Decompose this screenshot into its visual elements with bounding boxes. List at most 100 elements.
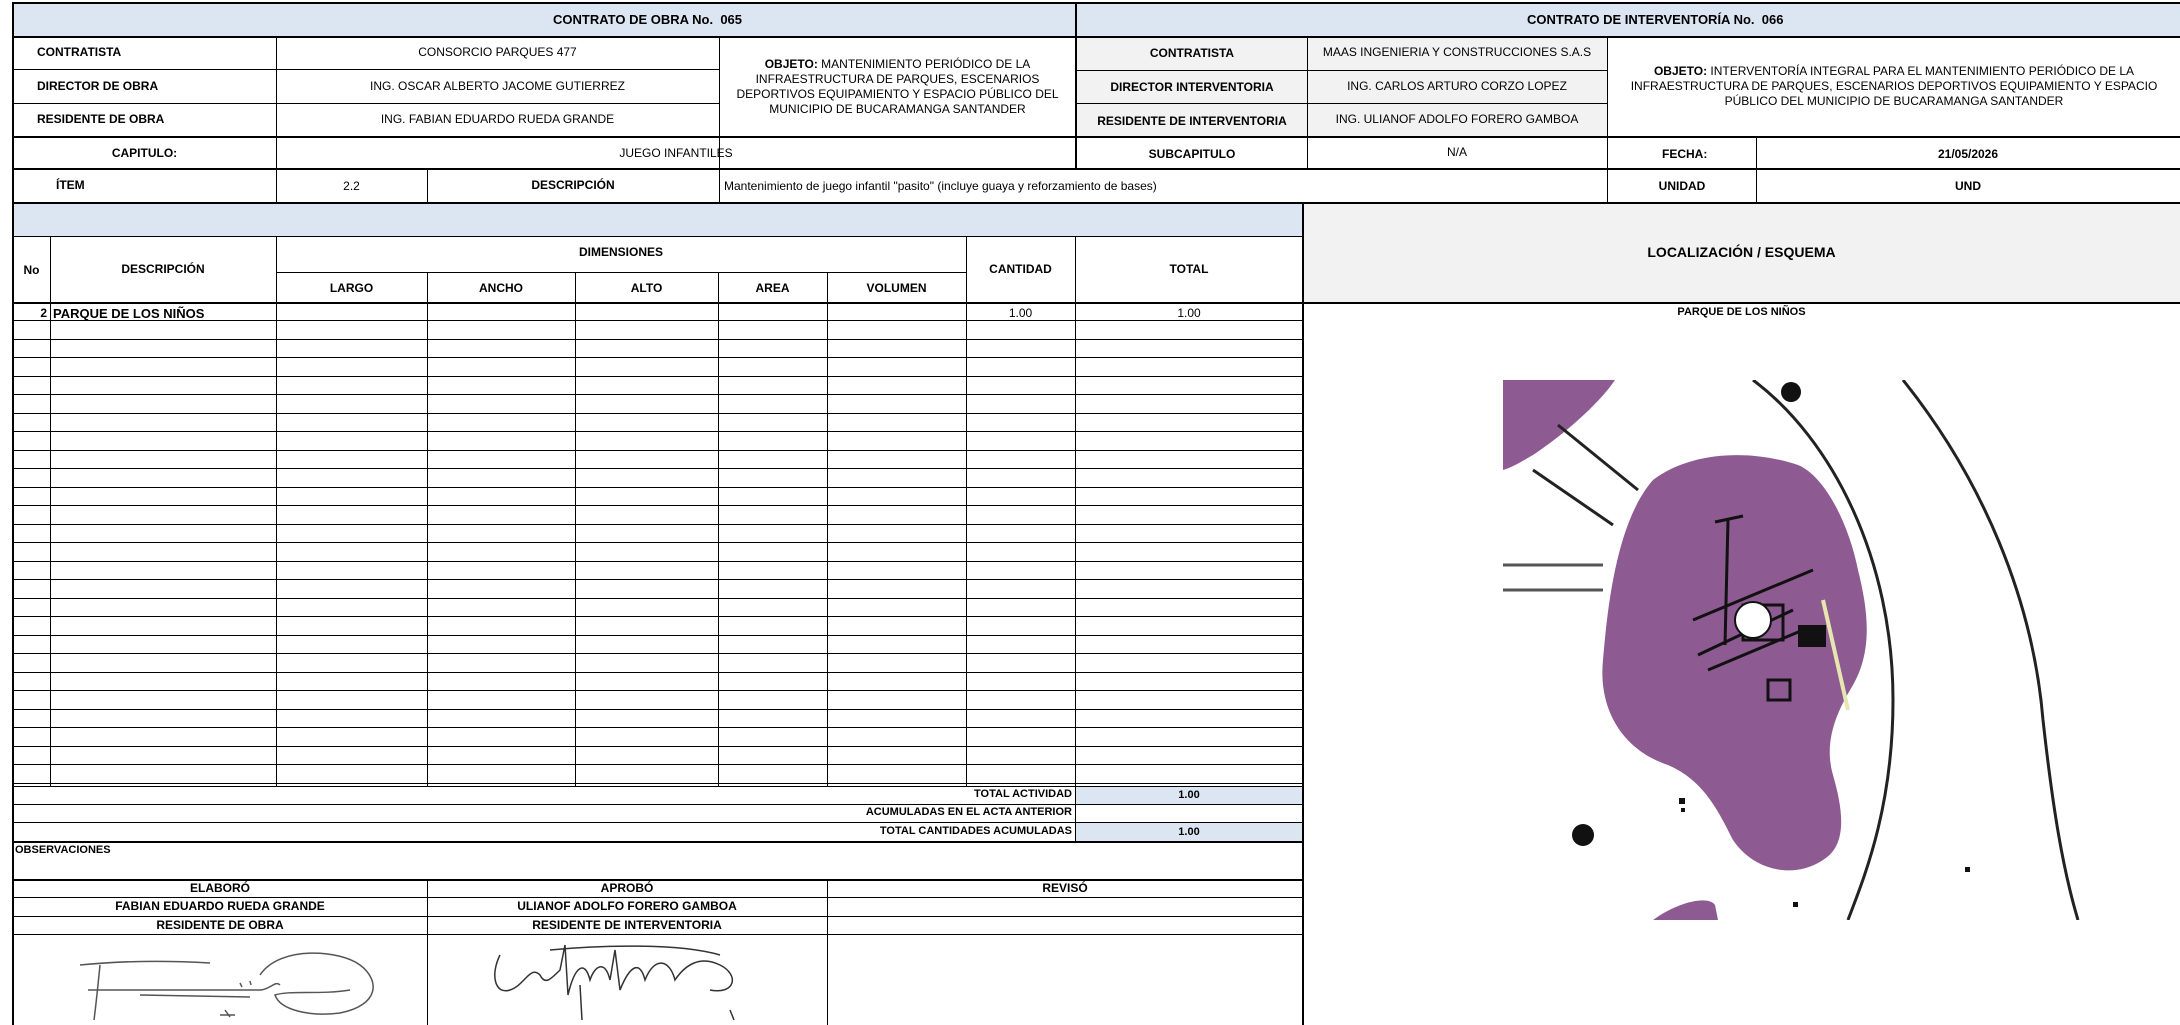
localizacion-caption: PARQUE DE LOS NIÑOS: [1677, 306, 1806, 318]
reviso-label: REVISÓ: [1042, 881, 1088, 895]
aprobo-role: RESIDENTE DE INTERVENTORIA: [532, 918, 722, 932]
obra-residente-value: ING. FABIAN EDUARDO RUEDA GRANDE: [380, 112, 615, 126]
col-no-header: No: [23, 263, 40, 277]
col-descripcion-header: DESCRIPCIÓN: [121, 262, 205, 276]
interventoria-residente-value: ING. ULIANOF ADOLFO FORERO GAMBOA: [1335, 112, 1579, 126]
aprobo-label: APROBÓ: [600, 881, 654, 895]
grid-line: [12, 560, 1303, 562]
total-acumuladas-label: TOTAL CANTIDADES ACUMULADAS: [879, 825, 1072, 837]
col-ancho-header: ANCHO: [479, 281, 523, 295]
fecha-label: FECHA:: [1662, 147, 1708, 161]
grid-line: [12, 69, 720, 70]
grid-line: [12, 764, 1303, 765]
grid-line: [12, 357, 1303, 358]
grid-line: [12, 841, 1303, 843]
unidad-value: UND: [1955, 179, 1981, 193]
grid-line: [12, 320, 1303, 321]
grid-line: [12, 431, 1303, 432]
item-value: 2.2: [343, 179, 360, 193]
grid-line: [1076, 70, 1607, 71]
grid-line: [12, 782, 1303, 784]
grid-line: [12, 727, 1303, 728]
grid-line: [12, 236, 1304, 237]
grid-line: [827, 879, 828, 1025]
grid-line: [12, 338, 1303, 340]
obra-residente-label: RESIDENTE DE OBRA: [37, 112, 165, 126]
grid-line: [12, 634, 1303, 636]
subcapitulo-value: N/A: [1446, 145, 1467, 159]
col-cantidad-header: CANTIDAD: [989, 262, 1052, 276]
grid-line: [12, 449, 1303, 451]
fecha-value: 21/05/2026: [1937, 147, 1999, 161]
grid-line: [12, 486, 1303, 488]
unidad-label: UNIDAD: [1658, 179, 1706, 193]
grid-line: [12, 542, 1303, 543]
capitulo-value: JUEGO INFANTILES: [619, 146, 733, 160]
obra-director-label: DIRECTOR DE OBRA: [37, 79, 159, 93]
grid-line: [50, 236, 51, 786]
grid-line: [12, 103, 720, 104]
grid-line: [12, 804, 1303, 805]
grid-line: [12, 2, 2180, 4]
park-location-map: [1503, 380, 2081, 920]
elaboro-signature: [79, 952, 374, 1021]
localizacion-title: LOCALIZACIÓN / ESQUEMA: [1647, 244, 1836, 260]
grid-line: [12, 136, 2180, 138]
col-volumen-header: VOLUMEN: [866, 281, 927, 295]
obra-header-fill: [13, 3, 1076, 37]
elaboro-name: FABIAN EDUARDO RUEDA GRANDE: [115, 899, 325, 913]
acumuladas-anterior-label: ACUMULADAS EN EL ACTA ANTERIOR: [865, 806, 1072, 818]
interventoria-director-label: DIRECTOR INTERVENTORIA: [1110, 80, 1274, 94]
item-label: ÍTEM: [56, 178, 85, 192]
grid-line: [12, 505, 1303, 506]
grid-line: [276, 236, 277, 786]
interventoria-contract-title: CONTRATO DE INTERVENTORÍA No. 066: [1527, 12, 1784, 27]
interventoria-contratista-label: CONTRATISTA: [1149, 46, 1235, 60]
col-area-header: AREA: [755, 281, 790, 295]
grid-line: [12, 690, 1303, 691]
row-cantidad: 1.00: [1008, 306, 1033, 320]
aprobo-name: ULIANOF ADOLFO FORERO GAMBOA: [517, 899, 737, 913]
grid-line: [12, 394, 1303, 395]
total-acumuladas-value: 1.00: [1178, 826, 1200, 838]
col-alto-header: ALTO: [630, 281, 663, 295]
subcapitulo-label: SUBCAPITULO: [1148, 147, 1236, 161]
elaboro-role: RESIDENTE DE OBRA: [156, 918, 284, 932]
total-actividad-value: 1.00: [1178, 789, 1200, 801]
grid-line: [12, 302, 2180, 304]
obra-contratista-value: CONSORCIO PARQUES 477: [418, 45, 577, 59]
row-descripcion: PARQUE DE LOS NIÑOS: [53, 306, 205, 321]
grid-line: [12, 202, 2180, 204]
grid-line: [12, 579, 1303, 580]
grid-line: [12, 653, 1303, 654]
interventoria-residente-label: RESIDENTE DE INTERVENTORIA: [1097, 114, 1287, 128]
capitulo-label: CAPITULO:: [111, 146, 178, 160]
grid-line: [12, 897, 1303, 898]
col-largo-header: LARGO: [329, 281, 374, 295]
obra-contract-number: 065: [720, 12, 743, 27]
grid-line: [1075, 236, 1076, 841]
grid-line: [12, 468, 1303, 469]
grid-line: [1756, 136, 1757, 202]
obra-contratista-label: CONTRATISTA: [37, 45, 122, 59]
grid-line: [12, 916, 1303, 917]
observaciones-label: OBSERVACIONES: [15, 844, 111, 856]
grid-line: [1076, 103, 1607, 104]
grid-line: [12, 375, 1303, 377]
row-total: 1.00: [1177, 306, 1201, 320]
grid-line: [12, 412, 1303, 414]
grid-line: [12, 597, 1303, 599]
interventoria-contratista-value: MAAS INGENIERIA Y CONSTRUCCIONES S.A.S: [1322, 45, 1592, 59]
grid-line: [12, 523, 1303, 525]
grid-line: [12, 671, 1303, 673]
item-descripcion: Mantenimiento de juego infantil "pasito"…: [724, 179, 1157, 193]
grid-line: [12, 168, 2180, 170]
grid-line: [12, 708, 1303, 710]
grid-line: [12, 616, 1303, 617]
total-actividad-label: TOTAL ACTIVIDAD: [974, 788, 1072, 800]
dimensiones-header: DIMENSIONES: [578, 245, 663, 259]
grid-line: [12, 36, 2180, 38]
elaboro-label: ELABORÓ: [190, 881, 250, 895]
grid-line: [276, 272, 966, 273]
obra-contract-title: CONTRATO DE OBRA No. 065: [553, 12, 743, 27]
